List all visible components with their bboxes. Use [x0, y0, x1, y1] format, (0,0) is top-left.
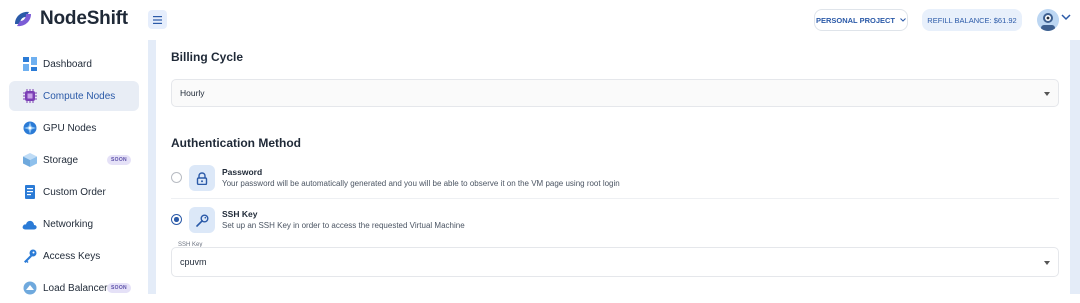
- ssh-key-option-title: SSH Key: [222, 209, 258, 219]
- password-radio[interactable]: [171, 172, 182, 183]
- ssh-key-radio[interactable]: [171, 214, 182, 225]
- user-menu-chevron-icon[interactable]: [1061, 14, 1071, 21]
- billing-cycle-select[interactable]: Hourly: [171, 79, 1059, 107]
- chip-icon: [22, 89, 37, 104]
- app-logo[interactable]: NodeShift: [12, 8, 128, 30]
- auth-method-title: Authentication Method: [171, 136, 301, 150]
- sidebar-item-dashboard[interactable]: Dashboard: [9, 49, 139, 79]
- sidebar-item-label: Load Balancer: [43, 282, 108, 294]
- sidebar-item-load-balancer[interactable]: Load Balancer SOON: [9, 273, 139, 303]
- ssh-key-select[interactable]: cpuvm: [171, 247, 1059, 277]
- menu-toggle-button[interactable]: [148, 10, 167, 29]
- sidebar-item-label: Networking: [43, 218, 94, 230]
- caret-down-icon: [1044, 92, 1050, 96]
- sidebar: Dashboard Compute Nodes GPU Nodes Storag…: [0, 40, 148, 295]
- sidebar-item-access-keys[interactable]: Access Keys: [9, 241, 139, 271]
- sidebar-item-compute-nodes[interactable]: Compute Nodes: [9, 81, 139, 111]
- soon-badge: SOON: [107, 283, 131, 293]
- main-content: Billing Cycle Hourly Authentication Meth…: [156, 40, 1070, 294]
- billing-cycle-value: Hourly: [180, 88, 205, 98]
- scrollbar-track[interactable]: [1070, 40, 1080, 294]
- key-icon: [189, 207, 215, 233]
- project-selector-button[interactable]: PERSONAL PROJECT: [814, 9, 908, 31]
- chevron-down-icon: [900, 18, 906, 22]
- nodeshift-logo-icon: [15, 11, 31, 27]
- sidebar-item-label: Custom Order: [43, 186, 106, 198]
- billing-cycle-title: Billing Cycle: [171, 50, 244, 64]
- sidebar-item-label: Storage: [43, 154, 79, 166]
- sidebar-item-label: GPU Nodes: [43, 122, 97, 134]
- cloud-icon: [22, 217, 37, 232]
- content-left-gutter: [148, 40, 156, 294]
- lock-icon: [189, 165, 215, 191]
- hamburger-icon: [153, 15, 162, 24]
- refill-label: REFILL BALANCE:: [927, 15, 992, 25]
- sidebar-item-gpu-nodes[interactable]: GPU Nodes: [9, 113, 139, 143]
- app-name: NodeShift: [40, 8, 128, 29]
- caret-down-icon: [1044, 261, 1050, 265]
- ssh-key-value: cpuvm: [180, 257, 207, 267]
- dashboard-icon: [22, 57, 37, 72]
- sidebar-item-label: Compute Nodes: [43, 90, 116, 102]
- top-header: NodeShift PERSONAL PROJECT REFILL BALANC…: [0, 0, 1080, 40]
- soon-badge: SOON: [107, 155, 131, 165]
- balancer-icon: [22, 281, 37, 296]
- sidebar-item-label: Dashboard: [43, 58, 92, 70]
- refill-amount: $61.92: [993, 15, 1017, 25]
- option-divider: [171, 198, 1059, 199]
- sidebar-item-storage[interactable]: Storage SOON: [9, 145, 139, 175]
- password-option-title: Password: [222, 167, 263, 177]
- avatar-icon: [1037, 9, 1059, 31]
- storage-icon: [22, 153, 37, 168]
- refill-balance-button[interactable]: REFILL BALANCE: $61.92: [922, 9, 1022, 31]
- gpu-icon: [22, 121, 37, 136]
- document-icon: [22, 185, 37, 200]
- sidebar-item-label: Access Keys: [43, 250, 101, 262]
- sidebar-item-custom-order[interactable]: Custom Order: [9, 177, 139, 207]
- key-icon: [22, 249, 37, 264]
- password-option-desc: Your password will be automatically gene…: [222, 179, 620, 188]
- project-label: PERSONAL PROJECT: [815, 15, 896, 25]
- ssh-key-option-desc: Set up an SSH Key in order to access the…: [222, 221, 465, 230]
- sidebar-item-networking[interactable]: Networking: [9, 209, 139, 239]
- user-avatar[interactable]: [1037, 9, 1059, 31]
